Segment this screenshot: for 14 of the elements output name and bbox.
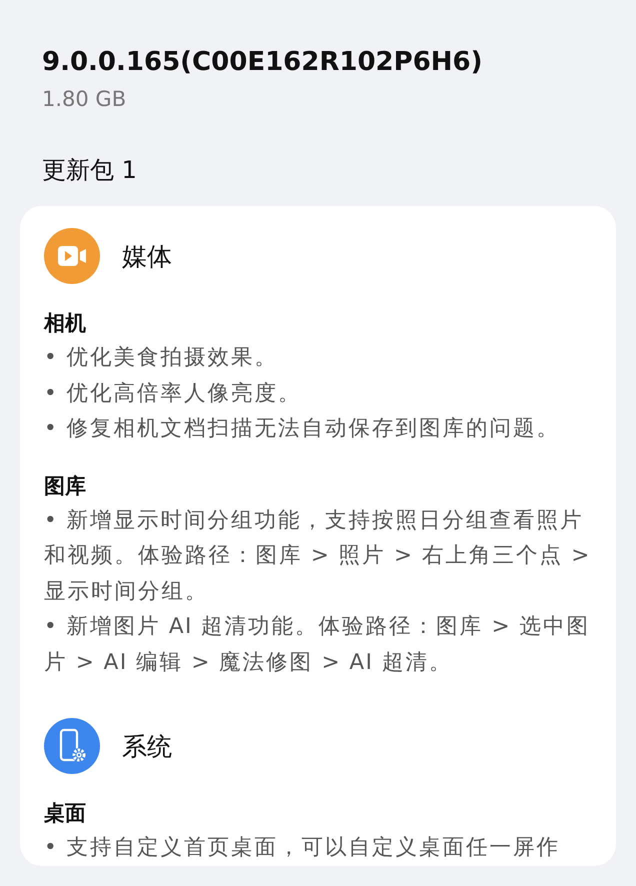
bullet-text: • 修复相机文档扫描无法自动保存到图库的问题。 [44,415,562,443]
bullet-text: • 优化高倍率人像亮度。 [44,380,303,408]
section-title: 桌面 [44,800,87,827]
package-size: 1.80 GB [42,86,128,113]
category-title: 系统 [122,730,172,762]
category-title: 媒体 [122,240,172,272]
section-title: 相机 [44,310,87,337]
section-title: 图库 [44,472,87,500]
bullet-text: • 优化美食拍摄效果。 [44,344,280,372]
bullet-text: • 支持自定义首页桌面，可以自定义桌面任一屏作 [44,834,562,862]
version-title: 9.0.0.165(C00E162R102P6H6) [42,46,484,79]
bullet-text: • 新增显示时间分组功能，支持按照日分组查看照片和视频。体验路径：图库 > 照片 > 右上角三个点 > 显示时间分组。 [44,506,592,606]
package-heading: 更新包 1 [42,155,138,186]
bullet-text: • 新增图片 AI 超清功能。体验路径：图库 > 选中图片 > AI 编辑 > 魔法修图 > AI 超清。 [44,613,591,676]
